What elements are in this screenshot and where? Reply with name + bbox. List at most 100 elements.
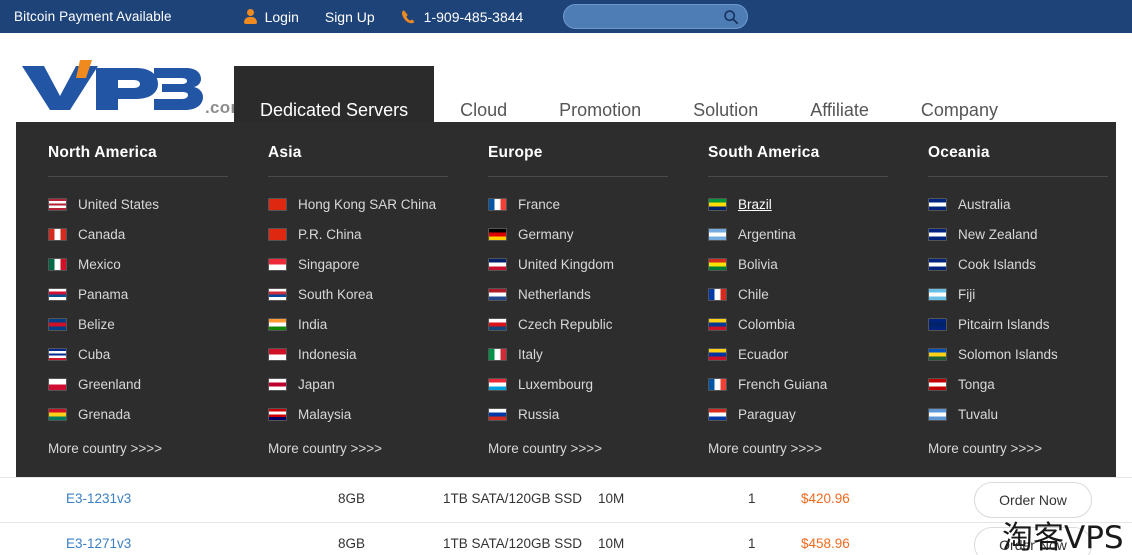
country-link-gf[interactable]: French Guiana — [708, 369, 896, 399]
country-link-in[interactable]: India — [268, 309, 456, 339]
country-link-sb[interactable]: Solomon Islands — [928, 339, 1116, 369]
country-label: Pitcairn Islands — [958, 316, 1050, 332]
country-link-tv[interactable]: Tuvalu — [928, 399, 1116, 429]
cell-disk: 1TB SATA/120GB SSD — [443, 536, 583, 551]
country-link-br[interactable]: Brazil — [708, 189, 896, 219]
cell-cpu[interactable]: E3-1231v3 — [66, 491, 131, 506]
flag-icon-gf — [708, 377, 727, 391]
flag-icon-pn — [928, 317, 947, 331]
flag-icon-cu — [48, 347, 67, 361]
more-country-link[interactable]: More country >>>> — [48, 441, 236, 456]
cell-ram: 8GB — [338, 491, 366, 506]
order-now-button[interactable]: Order Now — [974, 527, 1092, 555]
login-label: Login — [264, 8, 299, 25]
country-label: Colombia — [738, 316, 796, 332]
country-link-py[interactable]: Paraguay — [708, 399, 896, 429]
country-link-nz[interactable]: New Zealand — [928, 219, 1116, 249]
flag-icon-py — [708, 407, 727, 421]
country-label: Singapore — [298, 256, 360, 272]
search-input[interactable] — [574, 5, 724, 28]
country-link-it[interactable]: Italy — [488, 339, 676, 369]
country-link-id[interactable]: Indonesia — [268, 339, 456, 369]
flag-icon-br — [708, 197, 727, 211]
country-link-de[interactable]: Germany — [488, 219, 676, 249]
user-icon — [243, 9, 257, 24]
column-title: South America — [708, 144, 820, 161]
country-link-mx[interactable]: Mexico — [48, 249, 236, 279]
order-now-button[interactable]: Order Now — [974, 482, 1092, 518]
country-label: Canada — [78, 226, 126, 242]
more-country-link[interactable]: More country >>>> — [928, 441, 1116, 456]
column-title: Asia — [268, 144, 302, 161]
country-link-fj[interactable]: Fiji — [928, 279, 1116, 309]
country-label: P.R. China — [298, 226, 362, 242]
country-label: Cook Islands — [958, 256, 1037, 272]
country-link-jp[interactable]: Japan — [268, 369, 456, 399]
country-link-ru[interactable]: Russia — [488, 399, 676, 429]
flag-icon-sg — [268, 257, 287, 271]
site-logo[interactable]: .com — [18, 58, 246, 118]
more-country-link[interactable]: More country >>>> — [268, 441, 456, 456]
country-label: Greenland — [78, 376, 142, 392]
country-link-to[interactable]: Tonga — [928, 369, 1116, 399]
flag-icon-gl — [48, 377, 67, 391]
nav-label: Company — [920, 100, 998, 120]
flag-icon-tv — [928, 407, 947, 421]
country-label: Paraguay — [738, 406, 796, 422]
country-link-pn[interactable]: Pitcairn Islands — [928, 309, 1116, 339]
country-link-nl[interactable]: Netherlands — [488, 279, 676, 309]
country-link-ar[interactable]: Argentina — [708, 219, 896, 249]
table-row[interactable]: E3-1231v3 8GB 1TB SATA/120GB SSD 10M 1 $… — [0, 477, 1132, 523]
country-link-ck[interactable]: Cook Islands — [928, 249, 1116, 279]
country-label: Ecuador — [738, 346, 789, 362]
mega-column-europe: Europe France Germany United Kingdom Netherl… — [456, 144, 676, 477]
country-link-gl[interactable]: Greenland — [48, 369, 236, 399]
country-link-bz[interactable]: Belize — [48, 309, 236, 339]
column-title: North America — [48, 144, 157, 161]
country-link-us[interactable]: United States — [48, 189, 236, 219]
search-icon[interactable] — [723, 9, 739, 25]
country-label: France — [518, 196, 561, 212]
country-link-gd[interactable]: Grenada — [48, 399, 236, 429]
country-link-my[interactable]: Malaysia — [268, 399, 456, 429]
country-link-cu[interactable]: Cuba — [48, 339, 236, 369]
login-link[interactable]: Login — [243, 8, 299, 25]
flag-icon-au — [928, 197, 947, 211]
country-link-cn[interactable]: P.R. China — [268, 219, 456, 249]
search-box[interactable] — [563, 4, 748, 29]
cell-cpu[interactable]: E3-1271v3 — [66, 536, 131, 551]
server-plan-table: E3-1231v3 8GB 1TB SATA/120GB SSD 10M 1 $… — [0, 477, 1132, 555]
flag-icon-my — [268, 407, 287, 421]
country-link-pa[interactable]: Panama — [48, 279, 236, 309]
country-link-ca[interactable]: Canada — [48, 219, 236, 249]
country-label: Mexico — [78, 256, 121, 272]
phone-number: 1-909-485-3844 — [423, 8, 524, 25]
country-link-sg[interactable]: Singapore — [268, 249, 456, 279]
country-link-kr[interactable]: South Korea — [268, 279, 456, 309]
cell-price: $420.96 — [801, 491, 850, 506]
phone-link[interactable]: 1-909-485-3844 — [399, 8, 524, 26]
country-link-au[interactable]: Australia — [928, 189, 1116, 219]
cell-ram: 8GB — [338, 536, 366, 551]
signup-link[interactable]: Sign Up — [325, 9, 375, 25]
country-link-gb[interactable]: United Kingdom — [488, 249, 676, 279]
table-row[interactable]: E3-1271v3 8GB 1TB SATA/120GB SSD 10M 1 $… — [0, 523, 1132, 555]
country-link-lu[interactable]: Luxembourg — [488, 369, 676, 399]
country-link-co[interactable]: Colombia — [708, 309, 896, 339]
top-utility-bar: Bitcoin Payment Available Login Sign Up … — [0, 0, 1132, 33]
country-link-bo[interactable]: Bolivia — [708, 249, 896, 279]
country-link-fr[interactable]: France — [488, 189, 676, 219]
country-link-hk[interactable]: Hong Kong SAR China — [268, 189, 456, 219]
column-title: Oceania — [928, 144, 990, 161]
flag-icon-gd — [48, 407, 67, 421]
country-link-ec[interactable]: Ecuador — [708, 339, 896, 369]
flag-icon-mx — [48, 257, 67, 271]
country-label: South Korea — [298, 286, 374, 302]
flag-icon-ca — [48, 227, 67, 241]
country-label: United Kingdom — [518, 256, 615, 272]
country-label: India — [298, 316, 328, 332]
country-link-cz[interactable]: Czech Republic — [488, 309, 676, 339]
more-country-link[interactable]: More country >>>> — [488, 441, 676, 456]
country-link-cl[interactable]: Chile — [708, 279, 896, 309]
more-country-link[interactable]: More country >>>> — [708, 441, 896, 456]
